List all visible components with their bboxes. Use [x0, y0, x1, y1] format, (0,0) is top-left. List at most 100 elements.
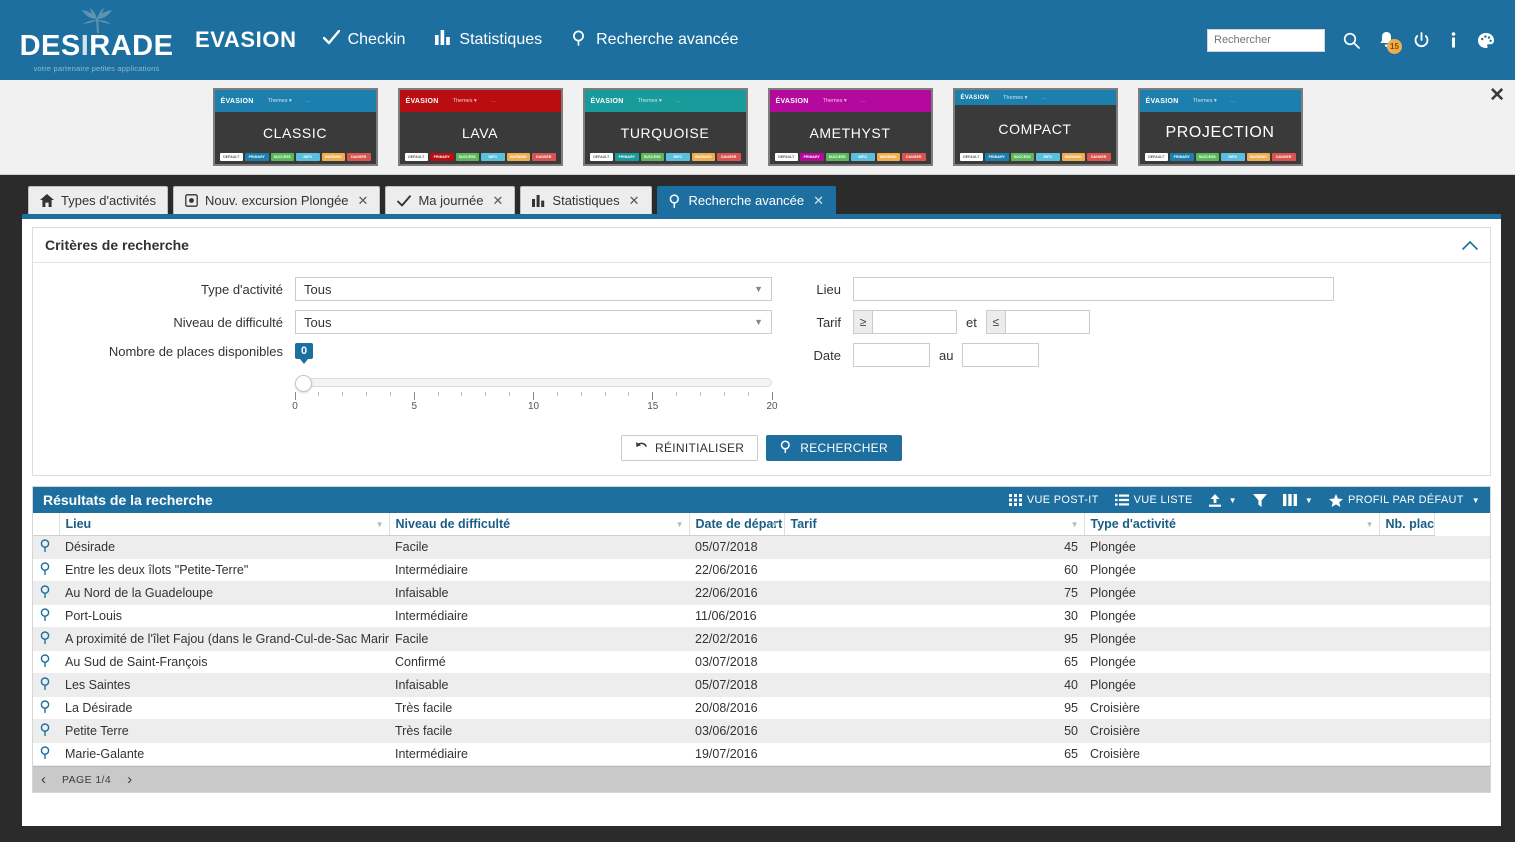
- row-magnifier-icon[interactable]: [33, 604, 59, 628]
- theme-selector-strip: ÉVASION Themes ▾... CLASSIC DEFAULT PRIMARY S…: [0, 80, 1515, 175]
- chevron-down-icon[interactable]: ▼: [676, 520, 684, 529]
- table-row[interactable]: Les Saintes Infaisable 05/07/2018 40 Plongée: [33, 673, 1490, 697]
- table-row[interactable]: Marie-Galante Intermédiaire 19/07/2016 65 Cr…: [33, 742, 1490, 766]
- theme-card-amethyst[interactable]: ÉVASION Themes ▾... AMETHYST DEFAULT PRIMARY…: [767, 88, 933, 166]
- nav-item-recherche-avancee[interactable]: Recherche avancée: [572, 30, 738, 51]
- row-magnifier-icon[interactable]: [33, 673, 59, 697]
- row-magnifier-icon[interactable]: [33, 535, 59, 559]
- criteria-body: Type d'activité Tous ▼ Niveau de difficu…: [33, 263, 1490, 423]
- next-page-button[interactable]: ›: [127, 772, 132, 787]
- theme-card-lava[interactable]: ÉVASION Themes ▾... LAVA DEFAULT PRIMARY SUCC…: [397, 88, 563, 166]
- lieu-input[interactable]: [853, 277, 1334, 301]
- chevron-down-icon[interactable]: ▼: [1229, 496, 1237, 505]
- cell-niveau: Infaisable: [389, 581, 689, 605]
- row-magnifier-icon[interactable]: [33, 650, 59, 674]
- close-icon[interactable]: ✕: [1489, 86, 1505, 105]
- table-row[interactable]: Désirade Facile 05/07/2018 45 Plongée: [33, 535, 1490, 559]
- theme-card-classic[interactable]: ÉVASION Themes ▾... CLASSIC DEFAULT PRIMARY S…: [212, 88, 378, 166]
- chevron-down-icon[interactable]: ▼: [771, 520, 779, 529]
- select-value: Tous: [304, 314, 332, 330]
- nav-item-statistiques[interactable]: Statistiques: [435, 30, 542, 50]
- chevron-down-icon[interactable]: ▼: [1071, 520, 1079, 529]
- chevron-down-icon[interactable]: ▼: [1366, 520, 1374, 529]
- table-row[interactable]: Au Sud de Saint-François Confirmé 03/07/20…: [33, 650, 1490, 674]
- power-icon[interactable]: [1413, 31, 1430, 49]
- theme-card-projection[interactable]: ÉVASION Themes ▾... PROJECTION DEFAULT PRIMA…: [1137, 88, 1303, 166]
- tab-close-icon[interactable]: ✕: [358, 193, 369, 209]
- search-button[interactable]: RECHERCHER: [766, 435, 902, 461]
- nav-item-checkin[interactable]: Checkin: [322, 29, 405, 50]
- column-header-label: Date de départ: [695, 517, 783, 531]
- slider-track[interactable]: [295, 375, 772, 392]
- column-header-type-d-activit[interactable]: Type d'activité ▼: [1084, 513, 1380, 536]
- tab-recherche-avanc-e[interactable]: Recherche avancée ✕: [656, 186, 837, 214]
- date-to-input[interactable]: [962, 343, 1040, 367]
- bell-icon[interactable]: 15: [1378, 31, 1402, 54]
- cell-niveau: Très facile: [389, 719, 689, 743]
- slider-tick-label: 20: [766, 401, 778, 412]
- tarif-max-input[interactable]: [1004, 310, 1090, 334]
- slider-tick: [556, 392, 558, 396]
- column-header-niveau-de-difficult[interactable]: Niveau de difficulté ▼: [389, 513, 690, 536]
- tarif-min-input[interactable]: [872, 310, 957, 334]
- theme-swatch-warning: WARNING: [506, 153, 530, 161]
- tab-ma-journ-e[interactable]: Ma journée ✕: [385, 186, 516, 214]
- reset-button[interactable]: RÉINITIALISER: [621, 435, 759, 461]
- tab-close-icon[interactable]: ✕: [493, 193, 504, 209]
- cell-places: [1379, 558, 1435, 582]
- tab-close-icon[interactable]: ✕: [629, 193, 640, 209]
- row-magnifier-icon[interactable]: [33, 742, 59, 766]
- table-row[interactable]: Port-Louis Intermédiaire 11/06/2016 30 Plong…: [33, 604, 1490, 628]
- tab-close-icon[interactable]: ✕: [813, 193, 824, 209]
- search-icon[interactable]: [1343, 32, 1360, 49]
- niveau-difficulte-select[interactable]: Tous ▼: [295, 310, 772, 334]
- table-row[interactable]: Au Nord de la Guadeloupe Infaisable 22/06/…: [33, 581, 1490, 605]
- row-magnifier-icon[interactable]: [33, 696, 59, 720]
- column-header-date-de-d-part[interactable]: Date de départ ▼: [689, 513, 785, 536]
- tab-nouv-excursion-plong-e[interactable]: Nouv. excursion Plongée ✕: [172, 186, 381, 214]
- type-activite-select[interactable]: Tous ▼: [295, 277, 772, 301]
- theme-swatch-success: SUCCESS: [270, 153, 294, 161]
- chevron-down-icon[interactable]: ▼: [1305, 496, 1313, 505]
- tab-statistiques[interactable]: Statistiques ✕: [520, 186, 652, 214]
- chevron-down-icon[interactable]: ▼: [376, 520, 384, 529]
- chevron-down-icon[interactable]: ▼: [1472, 496, 1480, 505]
- table-row[interactable]: Entre les deux îlots "Petite-Terre" Inter…: [33, 558, 1490, 582]
- toolbar-vue-post-it-button[interactable]: VUE POST-IT: [1008, 494, 1099, 506]
- prev-page-button[interactable]: ‹: [41, 772, 46, 787]
- slider-handle[interactable]: [295, 375, 312, 392]
- row-magnifier-icon[interactable]: [33, 719, 59, 743]
- toolbar-profil-par-d-faut-button[interactable]: PROFIL PAR DÉFAUT ▼: [1329, 493, 1480, 507]
- tab-types-d-activit-s[interactable]: Types d'activités: [28, 186, 168, 214]
- logo[interactable]: DESIRADE votre partenaire petites applic…: [0, 7, 175, 73]
- table-row[interactable]: Petite Terre Très facile 03/06/2016 50 Crois…: [33, 719, 1490, 743]
- theme-card-compact[interactable]: ÉVASION Themes ▾... COMPACT DEFAULT PRIMARY S…: [952, 88, 1118, 166]
- criteria-header[interactable]: Critères de recherche: [33, 228, 1490, 263]
- results-title: Résultats de la recherche: [43, 492, 213, 508]
- table-row[interactable]: La Désirade Très facile 20/08/2016 95 Croisi…: [33, 696, 1490, 720]
- chevron-up-icon[interactable]: [1462, 238, 1478, 253]
- search-input[interactable]: [1207, 28, 1325, 52]
- column-header-tarif[interactable]: Tarif ▼: [784, 513, 1085, 536]
- theme-swatch-info: INFO: [296, 153, 320, 161]
- column-header-lieu[interactable]: Lieu ▼: [59, 513, 390, 536]
- palette-icon[interactable]: [1477, 32, 1495, 49]
- home-icon: [40, 194, 54, 207]
- date-from-input[interactable]: [853, 343, 930, 367]
- toolbar-vue-liste-button[interactable]: VUE LISTE: [1114, 494, 1193, 506]
- theme-swatch-default: DEFAULT: [589, 153, 613, 161]
- toolbar-export-button[interactable]: ▼: [1208, 493, 1237, 507]
- row-magnifier-icon[interactable]: [33, 627, 59, 651]
- table-row[interactable]: A proximité de l'îlet Fajou (dans le Gra…: [33, 627, 1490, 651]
- info-icon[interactable]: [1448, 31, 1459, 49]
- cell-lieu: Désirade: [59, 535, 389, 559]
- toolbar-filter-button[interactable]: [1252, 493, 1267, 507]
- theme-swatch-primary: PRIMARY: [245, 153, 269, 161]
- row-magnifier-icon[interactable]: [33, 558, 59, 582]
- places-slider[interactable]: 0 5 10 15 20: [292, 368, 778, 415]
- slider-tick: [771, 392, 773, 400]
- row-magnifier-icon[interactable]: [33, 581, 59, 605]
- theme-card-turquoise[interactable]: ÉVASION Themes ▾... TURQUOISE DEFAULT PRIMAR…: [582, 88, 748, 166]
- column-header-nb-places-dispo[interactable]: Nb. places dispo: [1379, 513, 1435, 536]
- toolbar-columns-button[interactable]: ▼: [1282, 494, 1313, 506]
